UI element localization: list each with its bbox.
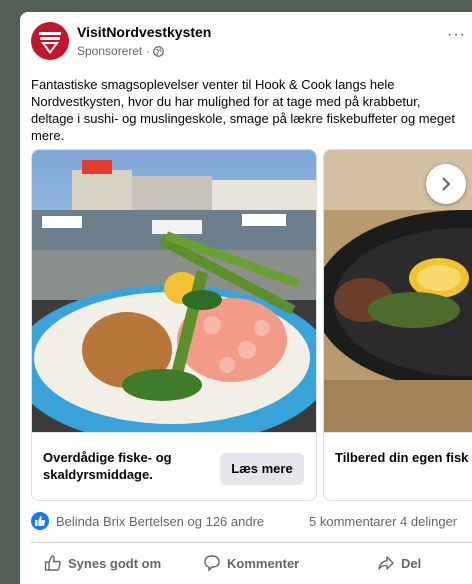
divider [31, 542, 472, 543]
post-text: Fantastiske smagsoplevelser venter til H… [31, 77, 455, 143]
seafood-plate-image [32, 150, 316, 445]
chevron-right-icon [442, 177, 451, 191]
comment-label: Kommenter [227, 555, 300, 571]
thumbs-up-icon [44, 555, 61, 571]
learn-more-button[interactable]: Læs mere [220, 453, 304, 485]
page-name-link[interactable]: VisitNordvestkysten [77, 24, 211, 40]
post-actions: Synes godt om Kommenter Del [20, 544, 472, 584]
like-reaction-icon[interactable] [31, 512, 49, 530]
carousel-card-caption: Tilbered din egen fisk over bål. [324, 432, 472, 500]
like-label: Synes godt om [68, 555, 162, 571]
share-icon [378, 556, 394, 570]
sponsored-post-card: VisitNordvestkysten Sponsoreret · ··· Fa… [20, 12, 472, 584]
share-label: Del [401, 555, 422, 571]
sponsored-label[interactable]: Sponsoreret · [77, 44, 164, 58]
carousel-card-title: Overdådige fiske- og skaldyrsmiddage. [43, 450, 172, 482]
reactions-summary[interactable]: Belinda Brix Bertelsen og 126 andre [56, 514, 264, 529]
reactions-bar: Belinda Brix Bertelsen og 126 andre 5 ko… [31, 511, 472, 533]
carousel-next-button[interactable] [426, 164, 466, 204]
carousel-card-caption: Overdådige fiske- og skaldyrsmiddage. Læ… [32, 432, 316, 500]
like-button[interactable]: Synes godt om [44, 554, 161, 572]
carousel-card[interactable]: Overdådige fiske- og skaldyrsmiddage. Læ… [31, 149, 317, 501]
visitnordvestkysten-logo-icon [39, 32, 61, 54]
globe-icon [152, 45, 164, 57]
share-button[interactable]: Del [377, 554, 421, 572]
comment-button[interactable]: Kommenter [203, 554, 299, 572]
carousel-card-title: Tilbered din egen fisk over bål. [335, 450, 472, 465]
page-avatar[interactable] [31, 22, 69, 60]
more-options-button[interactable]: ··· [447, 26, 466, 44]
comments-shares-count[interactable]: 5 kommentarer 4 delinger [309, 514, 457, 529]
carousel: Overdådige fiske- og skaldyrsmiddage. Læ… [31, 149, 472, 501]
post-header: VisitNordvestkysten Sponsoreret · ··· [31, 22, 472, 64]
comment-icon [204, 555, 220, 572]
sponsored-text: Sponsoreret · [77, 44, 150, 58]
